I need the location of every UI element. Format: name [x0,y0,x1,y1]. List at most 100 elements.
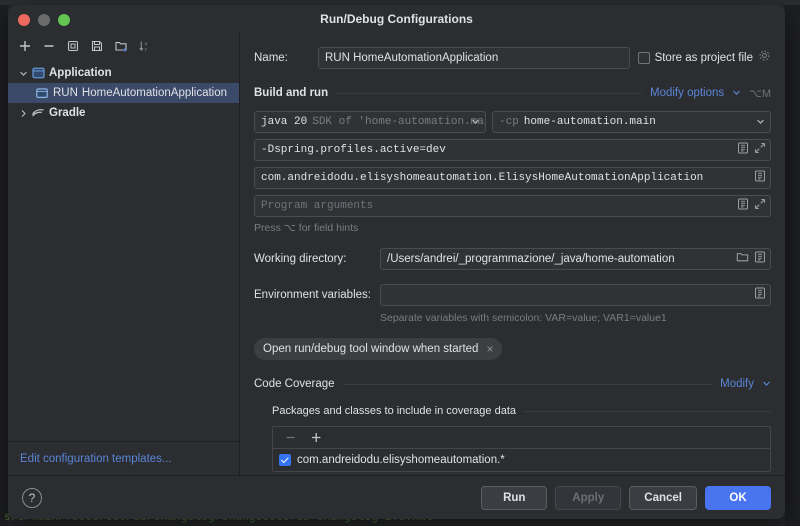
working-directory-field: /Users/andrei/_programmazione/_java/home… [380,248,771,270]
minimize-window-button[interactable] [38,14,50,26]
add-package-button[interactable] [305,427,327,449]
edit-variables-icon[interactable] [754,286,766,304]
insert-macro-icon[interactable] [737,141,749,159]
tree-node-prefix: RUN [53,87,78,99]
save-configuration-button[interactable] [86,35,108,57]
chip-open-tool-window[interactable]: Open run/debug tool window when started … [254,338,503,360]
coverage-packages-title: Packages and classes to include in cover… [272,405,516,417]
expand-editor-icon[interactable] [754,141,766,159]
environment-variables-row: Environment variables: [254,284,771,306]
svg-text:z: z [145,47,148,52]
add-configuration-button[interactable] [14,35,36,57]
program-arguments-placeholder: Program arguments [261,200,374,212]
environment-variables-actions[interactable] [754,284,766,306]
tree-node-gradle[interactable]: Gradle [8,103,239,123]
configuration-form: Name: RUN HomeAutomationApplication Stor… [240,33,785,475]
new-folder-button[interactable] [110,35,132,57]
build-and-run-title: Build and run [254,87,329,99]
field-hints-text: Press ⌥ for field hints [254,222,359,234]
classpath-module: home-automation.main [523,116,656,128]
maximize-window-button[interactable] [58,14,70,26]
divider [524,410,771,412]
main-class-input[interactable]: com.andreidodu.elisyshomeautomation.Elis… [254,167,771,189]
chevron-down-icon[interactable] [16,69,30,78]
svg-text:a: a [145,41,148,46]
jre-version: java 20 [261,116,308,128]
vm-options-input[interactable]: -Dspring.profiles.active=dev [254,139,771,161]
code-coverage-title: Code Coverage [254,378,335,390]
folder-icon[interactable] [736,250,749,268]
name-row: Name: RUN HomeAutomationApplication Stor… [254,47,771,69]
configurations-tree[interactable]: Application RUN HomeAutomationApplicatio… [8,59,239,441]
working-directory-label: Working directory: [254,253,347,265]
copy-configuration-button[interactable] [62,35,84,57]
modify-options-link[interactable]: Modify options [650,87,724,99]
screen: src/main/resources/db/changelog/changese… [0,0,800,526]
browse-class-icon[interactable] [754,169,766,187]
dialog-body: az Application RUN HomeAutomationApplica… [8,33,785,475]
environment-variables-label: Environment variables: [254,289,371,301]
jre-and-classpath-row: java 20 SDK of 'home-automation.mai -cp … [254,111,771,133]
edit-configuration-templates-link[interactable]: Edit configuration templates... [20,453,172,465]
environment-variables-field [380,284,771,306]
code-coverage-modify-link[interactable]: Modify [720,378,754,390]
cancel-button[interactable]: Cancel [629,485,697,510]
apply-button: Apply [555,485,622,510]
gear-icon[interactable] [758,49,771,67]
coverage-packages-table: com.andreidodu.elisyshomeautomation.* [272,426,771,472]
name-label: Name: [254,52,288,64]
insert-macro-icon[interactable] [737,197,749,215]
coverage-package-row[interactable]: com.andreidodu.elisyshomeautomation.* [273,449,770,471]
tree-node-run-homeautomationapplication[interactable]: RUN HomeAutomationApplication [8,83,239,103]
run-config-icon [34,87,50,99]
options-chips: Open run/debug tool window when started … [254,338,771,360]
working-directory-actions[interactable] [736,248,766,270]
store-as-project-file-checkbox[interactable] [637,52,650,64]
dialog-footer: ? Run Apply Cancel OK [8,475,785,519]
application-icon [30,67,46,79]
chevron-right-icon[interactable] [16,109,30,118]
program-arguments-input[interactable]: Program arguments [254,195,771,217]
configurations-sidebar: az Application RUN HomeAutomationApplica… [8,33,240,475]
chip-label: Open run/debug tool window when started [263,343,479,355]
sort-alpha-button[interactable]: az [134,35,156,57]
chevron-down-icon[interactable] [732,84,741,102]
gradle-icon [30,107,46,119]
divider [336,92,642,94]
close-window-button[interactable] [18,14,30,26]
coverage-package-checkbox[interactable] [279,454,291,466]
tree-node-application[interactable]: Application [8,63,239,83]
tree-node-label: HomeAutomationApplication [81,87,228,99]
insert-macro-icon[interactable] [754,250,766,268]
coverage-packages-panel: Packages and classes to include in cover… [254,404,771,472]
name-input[interactable]: RUN HomeAutomationApplication [318,47,630,69]
classpath-flag: -cp [499,116,519,128]
run-button[interactable]: Run [481,485,548,510]
tree-node-label: Gradle [49,107,86,119]
jre-selector[interactable]: java 20 SDK of 'home-automation.mai [254,111,486,133]
modify-options-shortcut: ⌥M [749,87,771,100]
ok-button[interactable]: OK [705,485,771,510]
store-as-project-file-control[interactable]: Store as project file [637,49,771,67]
expand-editor-icon[interactable] [754,197,766,215]
chevron-down-icon[interactable] [762,375,771,393]
window-controls[interactable] [18,14,70,26]
coverage-packages-subheader: Packages and classes to include in cover… [272,404,771,418]
remove-configuration-button[interactable] [38,35,60,57]
vm-options-row: -Dspring.profiles.active=dev [254,139,771,161]
close-icon[interactable]: × [486,343,493,355]
program-arguments-row: Program arguments [254,195,771,217]
editor-gutter [0,0,8,526]
working-directory-input[interactable]: /Users/andrei/_programmazione/_java/home… [380,248,771,270]
vm-options-actions[interactable] [737,139,766,161]
code-coverage-section-header: Code Coverage Modify [254,376,771,392]
help-button[interactable]: ? [22,487,42,508]
build-and-run-section-header: Build and run Modify options ⌥M [254,85,771,101]
main-class-actions[interactable] [754,167,766,189]
tree-node-label: Application [49,67,112,79]
environment-variables-input[interactable] [380,284,771,306]
classpath-selector[interactable]: -cp home-automation.main [492,111,771,133]
remove-package-button[interactable] [279,427,301,449]
working-directory-row: Working directory: /Users/andrei/_progra… [254,248,771,270]
program-arguments-actions[interactable] [737,195,766,217]
